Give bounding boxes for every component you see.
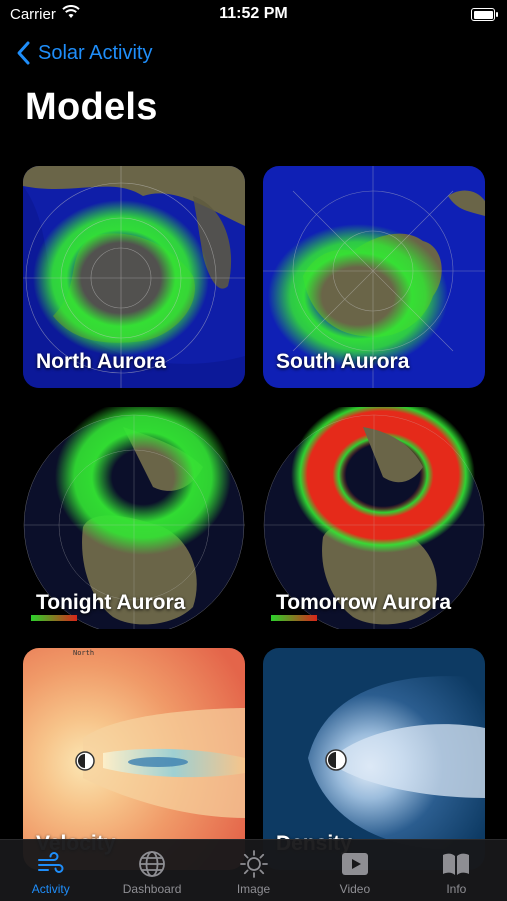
book-icon bbox=[443, 853, 470, 875]
tab-dashboard-label: Dashboard bbox=[122, 882, 182, 896]
globe-icon bbox=[139, 851, 166, 877]
tab-video[interactable]: Video bbox=[304, 840, 405, 901]
tab-dashboard[interactable]: Dashboard bbox=[101, 840, 202, 901]
tab-activity-label: Activity bbox=[31, 882, 70, 896]
page-title: Models bbox=[25, 86, 158, 128]
tab-video-label: Video bbox=[339, 882, 371, 896]
sun-icon bbox=[239, 850, 268, 878]
north-aurora-tile[interactable]: North Aurora bbox=[23, 166, 245, 388]
tab-image-label: Image bbox=[236, 882, 271, 896]
status-bar: Carrier 11:52 PM bbox=[0, 0, 507, 30]
chevron-left-icon bbox=[17, 41, 30, 65]
south-aurora-tile[interactable]: South Aurora bbox=[263, 166, 485, 388]
tab-info-label: Info bbox=[446, 882, 467, 896]
battery-icon bbox=[471, 8, 498, 21]
clock: 11:52 PM bbox=[219, 5, 288, 22]
tomorrow-aurora-label: Tomorrow Aurora bbox=[276, 591, 452, 614]
north-aurora-label: North Aurora bbox=[36, 350, 166, 373]
play-icon bbox=[341, 853, 368, 875]
tab-image[interactable]: Image bbox=[203, 840, 304, 901]
density-tile[interactable]: Density bbox=[263, 648, 485, 870]
back-button[interactable]: Solar Activity bbox=[14, 38, 152, 68]
south-aurora-label: South Aurora bbox=[276, 350, 410, 373]
tonight-aurora-tile[interactable]: Tonight Aurora bbox=[23, 407, 245, 629]
back-button-label: Solar Activity bbox=[38, 41, 153, 64]
tonight-aurora-label: Tonight Aurora bbox=[36, 591, 186, 614]
velocity-tile[interactable]: North Velocity bbox=[23, 648, 245, 870]
wind-icon bbox=[37, 852, 64, 873]
tab-bar: Activity Dashboard Image Video Info bbox=[0, 839, 507, 901]
tab-activity[interactable]: Activity bbox=[0, 840, 101, 901]
tomorrow-aurora-tile[interactable]: Tomorrow Aurora bbox=[263, 407, 485, 629]
tab-info[interactable]: Info bbox=[406, 840, 507, 901]
velocity-chart-caption: North bbox=[73, 649, 94, 657]
